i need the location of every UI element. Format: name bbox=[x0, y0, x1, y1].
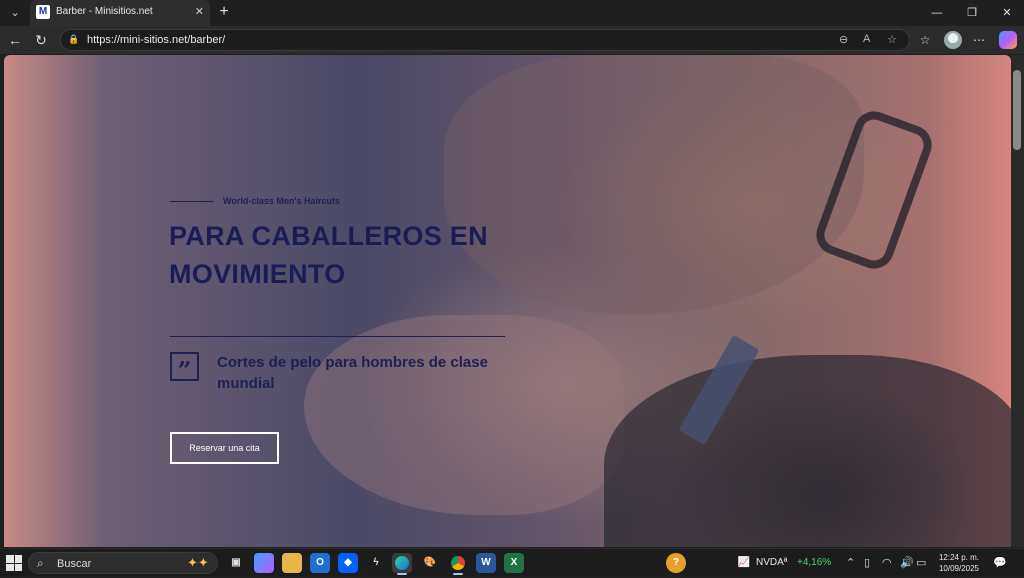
stock-chart-icon: 📈 bbox=[737, 557, 751, 568]
paint-app-icon[interactable]: 🎨 bbox=[420, 553, 440, 573]
favorite-star-icon[interactable]: ☆ bbox=[887, 33, 897, 46]
outlook-icon[interactable]: O bbox=[310, 553, 330, 573]
hero-divider bbox=[170, 336, 505, 337]
tab-title: Barber - Minisitios.net bbox=[56, 6, 153, 17]
restore-icon[interactable]: ❐ bbox=[955, 0, 989, 26]
eyebrow-line bbox=[170, 201, 214, 202]
quote-icon: ” bbox=[170, 352, 199, 385]
tab-list-chevron-icon[interactable]: ⌄ bbox=[4, 3, 26, 23]
word-icon[interactable]: W bbox=[476, 553, 496, 573]
edge-active-indicator bbox=[397, 573, 407, 575]
book-appointment-button[interactable]: Reservar una cita bbox=[170, 432, 279, 464]
address-bar[interactable]: 🔒 https://mini-sitios.net/barber/ ⊖ A ☆ bbox=[60, 29, 910, 51]
chrome-active-indicator bbox=[453, 573, 463, 575]
task-view-icon[interactable]: ▣ bbox=[226, 553, 246, 573]
windows-taskbar: ⌕ Buscar ✦✦ ▣ O ◆ ϟ 🎨 W X ? 📈 NVDAª +4,1… bbox=[0, 548, 1024, 576]
sparkle-icon: ✦✦ bbox=[187, 555, 209, 570]
url-text[interactable]: https://mini-sitios.net/barber/ bbox=[87, 34, 225, 46]
zoom-icon[interactable]: ⊖ bbox=[839, 33, 848, 46]
lock-icon[interactable]: 🔒 bbox=[68, 34, 79, 45]
scrollbar-thumb[interactable] bbox=[1013, 70, 1021, 150]
copilot-icon[interactable] bbox=[999, 31, 1017, 49]
minimize-icon[interactable]: — bbox=[920, 0, 954, 26]
site-favicon-icon: M bbox=[36, 5, 50, 19]
clock-date: 10/09/2025 bbox=[938, 564, 980, 573]
browser-title-bar: ⌄ M Barber - Minisitios.net ✕ + — ❐ ✕ bbox=[0, 0, 1024, 26]
hero-headline: PARA CABALLEROS EN MOVIMIENTO bbox=[169, 221, 488, 289]
hero-eyebrow: World-class Men's Haircuts bbox=[223, 196, 341, 206]
more-options-icon[interactable]: ⋯ bbox=[970, 31, 988, 49]
search-icon: ⌕ bbox=[37, 556, 44, 570]
hero-subheadline: Cortes de pelo para hombres de clase mun… bbox=[217, 354, 488, 392]
tab-close-icon[interactable]: ✕ bbox=[195, 5, 204, 18]
usb-device-icon[interactable]: ▯ bbox=[864, 556, 870, 569]
favorites-bar-icon[interactable]: ☆ bbox=[916, 31, 934, 49]
back-arrow-icon[interactable]: ← bbox=[5, 30, 25, 50]
stock-ticker-change[interactable]: +4,16% bbox=[797, 557, 831, 568]
terminal-app-icon[interactable]: ϟ bbox=[366, 553, 386, 573]
system-clock[interactable]: 12:24 p. m. 10/09/2025 bbox=[932, 552, 986, 574]
edge-browser-icon[interactable] bbox=[392, 553, 412, 573]
dropbox-icon[interactable]: ◆ bbox=[338, 553, 358, 573]
refresh-icon[interactable]: ↻ bbox=[31, 30, 51, 50]
copilot-app-icon[interactable] bbox=[254, 553, 274, 573]
close-window-icon[interactable]: ✕ bbox=[990, 0, 1024, 26]
stock-ticker-name[interactable]: NVDAª bbox=[756, 557, 787, 568]
taskbar-search-box[interactable]: ⌕ Buscar ✦✦ bbox=[28, 552, 218, 574]
file-explorer-icon[interactable] bbox=[282, 553, 302, 573]
windows-start-icon[interactable] bbox=[6, 555, 22, 571]
battery-icon[interactable]: ▭ bbox=[916, 556, 926, 569]
browser-toolbar: ← ↻ 🔒 https://mini-sitios.net/barber/ ⊖ … bbox=[0, 26, 1024, 54]
profile-avatar[interactable] bbox=[944, 31, 962, 49]
new-tab-plus-icon[interactable]: + bbox=[214, 2, 234, 22]
search-placeholder: Buscar bbox=[57, 558, 92, 570]
tab-active[interactable]: M Barber - Minisitios.net ✕ bbox=[30, 0, 210, 26]
volume-icon[interactable]: 🔊 bbox=[900, 556, 914, 569]
notification-icon[interactable]: 💬 bbox=[993, 556, 1007, 569]
help-icon[interactable]: ? bbox=[666, 553, 686, 573]
clock-time: 12:24 p. m. bbox=[938, 553, 980, 562]
tray-expand-icon[interactable]: ⌃ bbox=[846, 556, 855, 569]
read-aloud-icon[interactable]: A bbox=[863, 33, 870, 45]
excel-icon[interactable]: X bbox=[504, 553, 524, 573]
page-viewport: World-class Men's Haircuts PARA CABALLER… bbox=[4, 55, 1011, 547]
chrome-icon[interactable] bbox=[448, 553, 468, 573]
wifi-icon[interactable]: ◠ bbox=[882, 556, 892, 569]
